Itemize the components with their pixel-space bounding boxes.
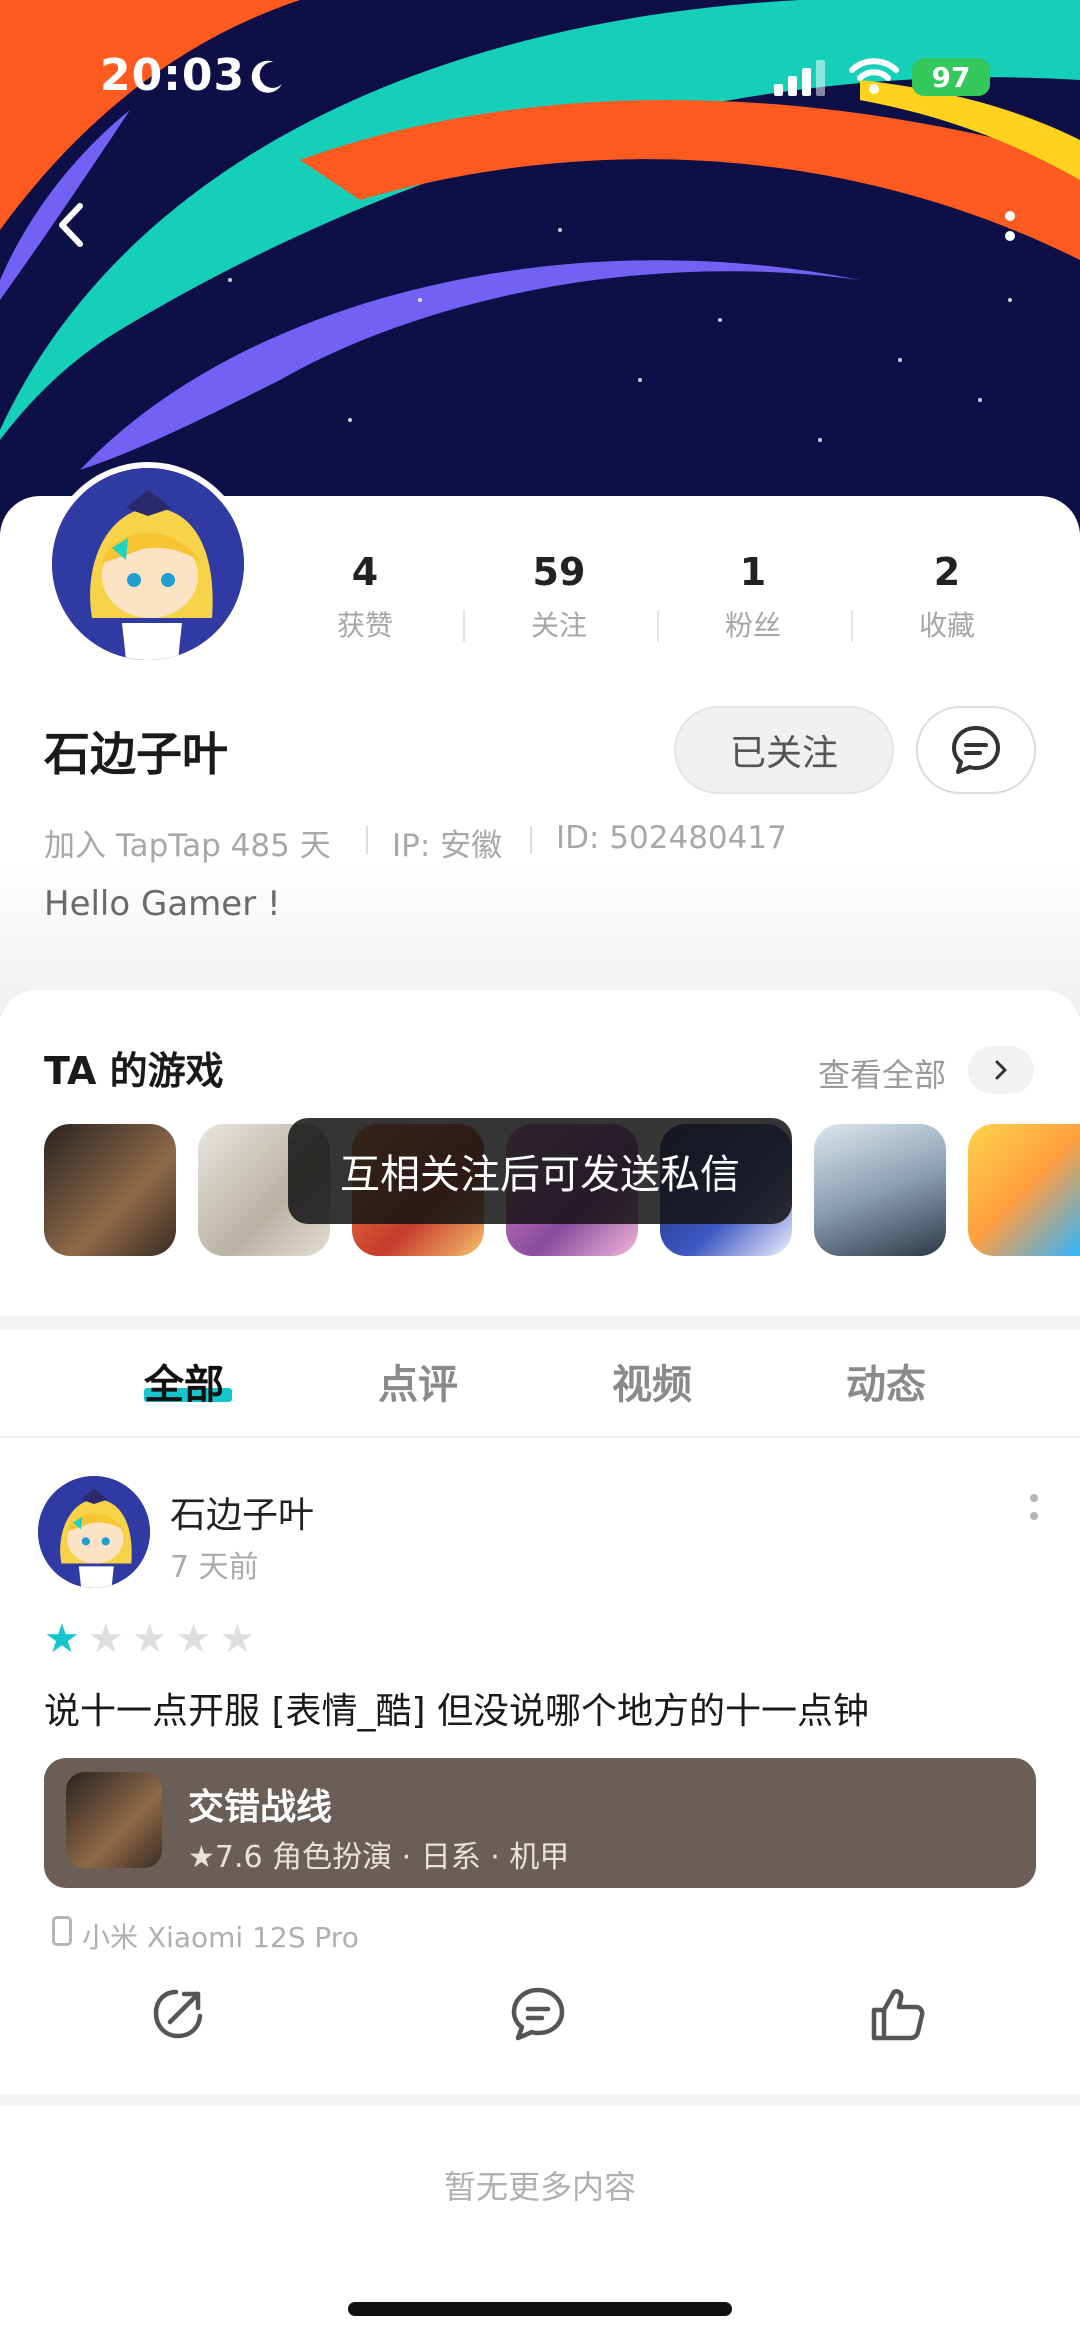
no-more-content: 暂无更多内容 — [443, 2168, 636, 2206]
post-game-icon — [66, 1772, 162, 1868]
status-time: 20:03 — [100, 50, 246, 101]
stat-fans-label: 粉丝 — [724, 609, 781, 642]
user-id: ID: 502480417 — [556, 820, 787, 856]
post-author-avatar[interactable] — [38, 1476, 150, 1588]
tab-reviews[interactable]: 点评 — [378, 1352, 458, 1410]
post-text: 说十一点开服 [表情_酷] 但没说哪个地方的十一点钟 — [44, 1691, 869, 1732]
view-all-button[interactable] — [968, 1046, 1034, 1094]
stat-divider — [463, 610, 465, 642]
like-icon[interactable] — [866, 1982, 930, 2046]
star-icon: ★ — [219, 1616, 256, 1662]
message-button[interactable] — [916, 706, 1036, 794]
battery-indicator: 97 — [912, 58, 990, 96]
stat-favorites[interactable]: 2 收藏 — [872, 550, 1022, 644]
back-icon[interactable] — [40, 190, 110, 260]
star-icon: ★ — [44, 1616, 80, 1662]
star-icon: ★ — [131, 1616, 168, 1662]
signal-icon — [774, 60, 825, 96]
join-days: 加入 TapTap 485 天 — [44, 828, 331, 864]
stat-likes-value: 4 — [351, 550, 379, 594]
post-time: 7 天前 — [170, 1550, 259, 1585]
tab-moments[interactable]: 动态 — [846, 1352, 926, 1410]
stat-fans-value: 1 — [739, 550, 767, 594]
rating-stars: ★ ★ ★ ★ ★ — [44, 1616, 263, 1662]
stat-favorites-label: 收藏 — [918, 609, 975, 642]
chevron-right-icon — [995, 1060, 1007, 1080]
stat-divider — [657, 610, 659, 642]
post-more-icon[interactable] — [1024, 1490, 1044, 1526]
stat-likes[interactable]: 4 获赞 — [290, 550, 440, 644]
share-icon[interactable] — [146, 1982, 210, 2046]
ip-location: IP: 安徽 — [392, 828, 503, 864]
stat-divider — [851, 610, 853, 642]
profile-username: 石边子叶 — [44, 727, 228, 781]
moon-icon — [251, 60, 282, 93]
follow-button[interactable]: 已关注 — [674, 706, 894, 794]
game-icon-6[interactable] — [814, 1124, 946, 1256]
chat-icon — [952, 726, 1000, 774]
view-all-link[interactable]: 查看全部 — [818, 1050, 946, 1096]
section-divider — [0, 2094, 1080, 2106]
tab-videos[interactable]: 视频 — [612, 1352, 692, 1410]
game-icon-7[interactable] — [968, 1124, 1080, 1256]
stat-following[interactable]: 59 关注 — [484, 550, 634, 644]
stat-following-value: 59 — [532, 550, 586, 594]
profile-avatar[interactable] — [46, 462, 250, 666]
comment-icon[interactable] — [506, 1982, 570, 2046]
star-icon: ★ — [175, 1616, 212, 1662]
post-game-meta: ★7.6 角色扮演 · 日系 · 机甲 — [188, 1840, 570, 1875]
toast-message: 互相关注后可发送私信 — [288, 1118, 792, 1224]
post-device: 小米 Xiaomi 12S Pro — [82, 1921, 359, 1954]
phone-icon — [52, 1916, 72, 1946]
star-icon: ★ — [87, 1616, 124, 1662]
meta-divider — [530, 826, 532, 854]
battery-level: 97 — [931, 60, 971, 94]
game-icon-1[interactable] — [44, 1124, 176, 1256]
tab-all[interactable]: 全部 — [144, 1352, 224, 1410]
meta-divider — [366, 826, 368, 854]
post-author-name[interactable]: 石边子叶 — [170, 1486, 314, 1538]
home-indicator[interactable] — [348, 2302, 732, 2316]
stat-favorites-value: 2 — [933, 550, 961, 594]
games-title: TA 的游戏 — [44, 1049, 224, 1093]
post-game-name: 交错战线 — [188, 1787, 333, 1828]
stat-following-label: 关注 — [530, 609, 587, 642]
stat-fans[interactable]: 1 粉丝 — [678, 550, 828, 644]
section-divider — [0, 1316, 1080, 1330]
more-options-icon[interactable] — [990, 190, 1030, 260]
stat-likes-label: 获赞 — [336, 609, 393, 642]
tabs-divider — [0, 1436, 1080, 1438]
wifi-icon — [849, 58, 899, 94]
profile-bio: Hello Gamer ! — [44, 884, 281, 924]
